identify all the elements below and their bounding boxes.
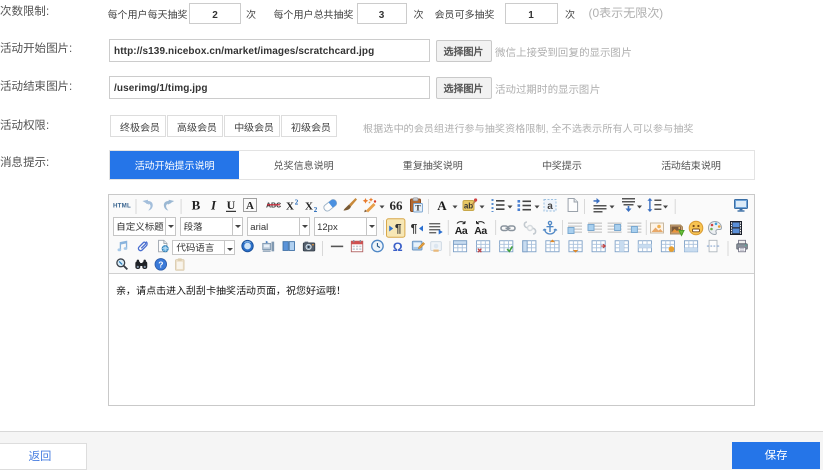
svg-text:Ω: Ω [393,240,403,254]
svg-text:2: 2 [295,198,299,206]
svg-text:B: B [192,197,201,212]
svg-text:HTML: HTML [113,202,131,209]
svg-text:X: X [305,200,313,212]
svg-text:a: a [547,201,553,212]
svg-text:¶: ¶ [411,221,418,235]
svg-text:?: ? [158,259,163,269]
svg-text:U: U [227,198,236,212]
svg-text:A: A [246,200,254,212]
svg-text:2: 2 [314,206,318,214]
svg-text:66: 66 [390,198,404,213]
svg-text:I: I [210,197,217,212]
svg-text:A: A [437,198,447,213]
svg-text:X: X [286,200,294,212]
svg-text:ab: ab [464,201,473,210]
svg-text:¶: ¶ [395,221,402,235]
svg-text:Aa: Aa [474,225,487,237]
svg-text:Aa: Aa [455,225,468,237]
svg-text:T: T [415,202,421,212]
svg-text:ABC: ABC [266,202,281,209]
